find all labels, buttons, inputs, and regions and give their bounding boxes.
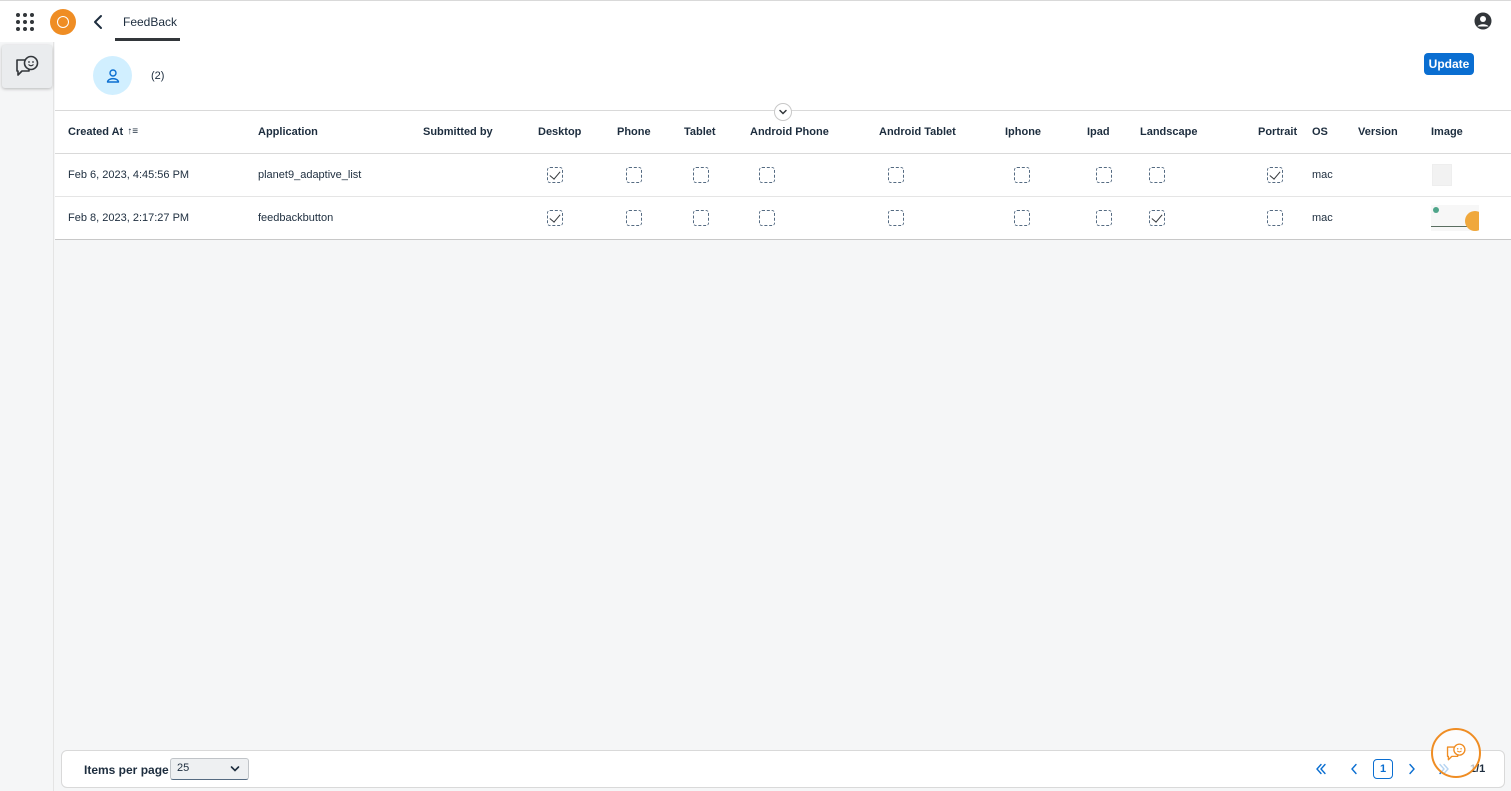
chevron-down-icon [230, 766, 240, 772]
column-header-created-at[interactable]: Created At ↑≡ [55, 111, 258, 154]
current-page-button[interactable]: 1 [1373, 759, 1393, 779]
cell-created-at: Feb 8, 2023, 2:17:27 PM [55, 196, 258, 240]
next-page-icon[interactable] [1404, 761, 1420, 777]
phone-checkbox[interactable] [626, 166, 642, 183]
cell-os: mac [1312, 153, 1358, 197]
first-page-icon[interactable] [1313, 761, 1329, 777]
cell-submitted-by [423, 196, 538, 240]
object-header: (2) Update [55, 42, 1511, 111]
cell-submitted-by [423, 153, 538, 197]
column-header-portrait[interactable]: Portrait [1258, 111, 1312, 154]
feedback-icon [16, 55, 39, 76]
main-content: (2) Update Created At ↑≡ Application Subm… [55, 42, 1511, 791]
app-launcher-icon[interactable] [16, 13, 34, 31]
android-tablet-checkbox[interactable] [888, 209, 904, 226]
portrait-checkbox[interactable] [1267, 209, 1283, 226]
app-logo [50, 9, 76, 35]
cell-os: mac [1312, 196, 1358, 240]
user-profile-icon[interactable] [1474, 12, 1492, 30]
table-row[interactable]: Feb 6, 2023, 4:45:56 PM planet9_adaptive… [55, 153, 1511, 197]
tab-feedback[interactable]: FeedBack [115, 1, 180, 41]
sidebar [0, 42, 54, 791]
top-bar: FeedBack [0, 0, 1511, 42]
pagination-bar: Items per page 25 1 1/1 [61, 750, 1505, 788]
avatar [93, 56, 132, 95]
cell-application: planet9_adaptive_list [258, 153, 423, 197]
cell-application: feedbackbutton [258, 196, 423, 240]
feedback-icon [1446, 743, 1466, 761]
landscape-checkbox[interactable] [1149, 166, 1165, 183]
android-phone-checkbox[interactable] [759, 166, 775, 183]
android-tablet-checkbox[interactable] [888, 166, 904, 183]
column-header-application[interactable]: Application [258, 111, 423, 154]
table-row[interactable]: Feb 8, 2023, 2:17:27 PM feedbackbutton m… [55, 196, 1511, 240]
cell-version [1358, 153, 1431, 197]
column-header-os[interactable]: OS [1312, 111, 1358, 154]
back-icon[interactable] [90, 12, 108, 32]
portrait-checkbox[interactable] [1267, 166, 1283, 183]
column-header-tablet[interactable]: Tablet [684, 111, 750, 154]
sort-ascending-icon[interactable]: ↑≡ [127, 126, 138, 137]
column-header-iphone[interactable]: Iphone [1005, 111, 1087, 154]
desktop-checkbox[interactable] [547, 166, 563, 183]
column-header-android-tablet[interactable]: Android Tablet [879, 111, 1005, 154]
cell-created-at: Feb 6, 2023, 4:45:56 PM [55, 153, 258, 197]
column-header-version[interactable]: Version [1358, 111, 1431, 154]
floating-feedback-button[interactable] [1431, 728, 1481, 778]
iphone-checkbox[interactable] [1014, 209, 1030, 226]
collapse-header-button[interactable] [774, 103, 792, 121]
screenshot-thumbnail[interactable] [1432, 163, 1452, 186]
column-header-submitted-by[interactable]: Submitted by [423, 111, 538, 154]
screenshot-thumbnail[interactable] [1431, 204, 1479, 231]
items-per-page-select[interactable]: 25 [170, 758, 249, 780]
column-header-desktop[interactable]: Desktop [538, 111, 617, 154]
person-icon [106, 68, 119, 83]
column-header-image[interactable]: Image [1431, 111, 1511, 154]
chevron-down-icon [779, 109, 787, 115]
previous-page-icon[interactable] [1346, 761, 1362, 777]
phone-checkbox[interactable] [626, 209, 642, 226]
column-header-android-phone[interactable]: Android Phone [750, 111, 879, 154]
tablet-checkbox[interactable] [693, 166, 709, 183]
feedback-count: (2) [151, 70, 165, 82]
desktop-checkbox[interactable] [547, 209, 563, 226]
column-header-landscape[interactable]: Landscape [1140, 111, 1258, 154]
items-per-page-label: Items per page [84, 763, 169, 777]
update-button[interactable]: Update [1424, 53, 1474, 75]
column-header-ipad[interactable]: Ipad [1087, 111, 1140, 154]
cell-version [1358, 196, 1431, 240]
ipad-checkbox[interactable] [1096, 209, 1112, 226]
landscape-checkbox[interactable] [1149, 209, 1165, 226]
ipad-checkbox[interactable] [1096, 166, 1112, 183]
feedback-table: Created At ↑≡ Application Submitted by De… [55, 111, 1511, 240]
iphone-checkbox[interactable] [1014, 166, 1030, 183]
sidebar-item-feedback[interactable] [2, 45, 52, 88]
android-phone-checkbox[interactable] [759, 209, 775, 226]
column-header-phone[interactable]: Phone [617, 111, 684, 154]
tablet-checkbox[interactable] [693, 209, 709, 226]
